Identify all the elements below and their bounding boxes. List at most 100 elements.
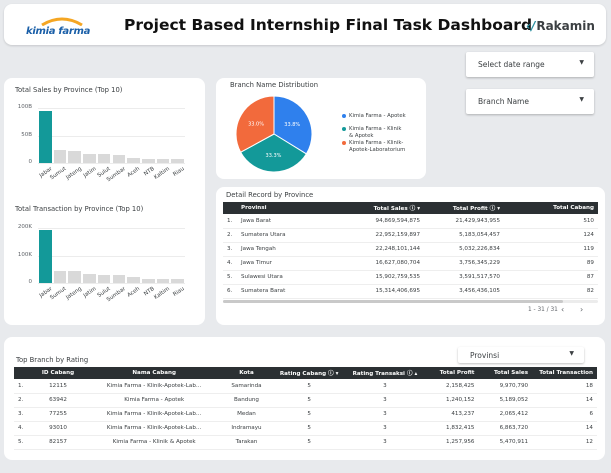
- row-number-header: [14, 367, 28, 379]
- x-tick-label: Jatim: [82, 166, 98, 179]
- bar-jateng[interactable]: [68, 150, 82, 163]
- table-cell: 5: [273, 393, 346, 408]
- bar-kaltim[interactable]: [156, 158, 170, 163]
- table-cell: 77255: [27, 407, 89, 422]
- bar-sumut[interactable]: [53, 150, 67, 163]
- table-cell: 1,257,956: [424, 435, 479, 450]
- table-cell: Kimia Farma - Apotek: [88, 393, 220, 408]
- table-cell: 3.: [223, 242, 237, 257]
- col-id-cabang[interactable]: ID Cabang: [27, 367, 89, 379]
- table-cell: 2.: [223, 228, 237, 243]
- x-tick-label: Kaltim: [153, 166, 171, 181]
- bar-sulut[interactable]: [97, 274, 111, 283]
- table-cell: Kimia Farma - Klinik & Apotek: [88, 435, 220, 450]
- detail-record-card: Detail Record by Province Provinsi Total…: [216, 187, 605, 325]
- col-total-cabang[interactable]: Total Cabang: [504, 202, 598, 214]
- table-cell: Sulawesi Utara: [237, 270, 342, 285]
- col-total-profit[interactable]: Total Profit ⓘ ▾: [424, 202, 504, 214]
- table-cell: 5,470,911: [478, 435, 533, 450]
- detail-table: Provinsi Total Sales ⓘ ▾ Total Profit ⓘ …: [223, 202, 598, 299]
- table-cell: Kimia Farma - Klinik-Apotek-Lab…: [88, 421, 220, 436]
- table-cell: Kimia Farma - Klinik-Apotek-Lab…: [88, 407, 220, 422]
- col-total-transaction[interactable]: Total Transaction: [532, 367, 597, 379]
- sort-icon: ▾: [497, 206, 500, 212]
- bar-riau[interactable]: [171, 278, 184, 283]
- col-total-profit[interactable]: Total Profit: [424, 367, 479, 379]
- table-cell: 16,627,080,704: [342, 256, 424, 271]
- provinsi-dropdown[interactable]: Provinsi ▼: [458, 347, 584, 363]
- bar-kaltim[interactable]: [156, 278, 170, 283]
- info-icon: ⓘ: [489, 206, 496, 212]
- x-tick-label: Jateng: [64, 286, 83, 301]
- y-tick-label: 50B: [21, 131, 32, 138]
- table-cell: Jawa Barat: [237, 214, 342, 229]
- table-row[interactable]: 4. 93010 Kimia Farma - Klinik-Apotek-Lab… I…: [14, 421, 597, 436]
- gridline: [38, 283, 185, 284]
- table-cell: 5.: [14, 435, 28, 450]
- bar-aceh[interactable]: [127, 157, 140, 163]
- table-cell: 5,183,054,457: [424, 228, 504, 243]
- bar-riau[interactable]: [171, 159, 184, 163]
- table-row[interactable]: 3. Jawa Tengah 22,248,101,144 5,032,226,834…: [223, 242, 598, 257]
- legend-dot-icon: [342, 127, 346, 131]
- table-cell: 3,591,517,570: [424, 270, 504, 285]
- bar-jateng[interactable]: [68, 270, 82, 283]
- col-total-sales[interactable]: Total Sales: [478, 367, 533, 379]
- table-cell: 1.: [14, 379, 28, 394]
- y-tick-label: 100K: [17, 251, 32, 258]
- table-cell: 2.: [14, 393, 28, 408]
- table-row[interactable]: 3. 77255 Kimia Farma - Klinik-Apotek-Lab… M…: [14, 407, 597, 422]
- legend-item[interactable]: Kimia Farma - Apotek: [342, 113, 407, 120]
- legend-dot-icon: [342, 141, 346, 145]
- col-provinsi[interactable]: Provinsi: [237, 202, 342, 214]
- table-row[interactable]: 1. 12115 Kimia Farma - Klinik-Apotek-Lab… S…: [14, 379, 597, 394]
- previous-page-icon[interactable]: ‹: [561, 305, 564, 314]
- pie-slice-label: 33.3%: [266, 153, 282, 159]
- branch-name-dropdown[interactable]: Branch Name ▼: [466, 89, 594, 114]
- sun-swoosh-icon: [41, 17, 83, 26]
- bar-jabar[interactable]: [39, 110, 52, 163]
- bar-ntb[interactable]: [141, 278, 155, 283]
- col-total-sales[interactable]: Total Sales ⓘ ▾: [342, 202, 424, 214]
- bar-sumut[interactable]: [53, 270, 67, 283]
- table-row[interactable]: 5. 82157 Kimia Farma - Klinik & Apotek Tara…: [14, 435, 597, 450]
- table-row[interactable]: 2. 63942 Kimia Farma - Apotek Bandung 5 3 1,24…: [14, 393, 597, 408]
- table-row[interactable]: 1. Jawa Barat 94,869,594,875 21,429,943,955…: [223, 214, 598, 229]
- table-cell: 413,237: [424, 407, 479, 422]
- bar-sumbar[interactable]: [112, 154, 126, 163]
- table-row[interactable]: 6. Sumatera Barat 15,314,406,695 3,456,436,…: [223, 284, 598, 299]
- table-cell: 3,756,345,229: [424, 256, 504, 271]
- legend-item[interactable]: Kimia Farma - Klinik & Apotek: [342, 126, 407, 139]
- x-tick-label: Kaltim: [153, 286, 171, 301]
- bar-jabar[interactable]: [39, 230, 52, 283]
- col-kota[interactable]: Kota: [219, 367, 274, 379]
- next-page-icon[interactable]: ›: [580, 305, 583, 314]
- table-cell: 94,869,594,875: [342, 214, 424, 229]
- table-cell: 5,032,226,834: [424, 242, 504, 257]
- table-cell: 5: [273, 379, 346, 394]
- col-nama-cabang[interactable]: Nama Cabang: [88, 367, 220, 379]
- horizontal-scrollbar-thumb[interactable]: [223, 300, 563, 303]
- table-cell: Samarinda: [219, 379, 274, 394]
- table-row[interactable]: 2. Sumatera Utara 22,952,159,897 5,183,054,…: [223, 228, 598, 243]
- table-row[interactable]: 4. Jawa Timur 16,627,080,704 3,756,345,229 8…: [223, 256, 598, 271]
- table-cell: 510: [504, 214, 598, 229]
- pie-chart-title: Branch Name Distribution: [230, 81, 319, 89]
- bar-aceh[interactable]: [127, 277, 140, 283]
- bar-jatim[interactable]: [83, 153, 96, 163]
- gridline: [38, 135, 185, 137]
- table-cell: 1,240,152: [424, 393, 479, 408]
- bar-sumbar[interactable]: [112, 274, 126, 283]
- x-tick-label: Sumut: [49, 286, 68, 302]
- table-cell: 3: [345, 407, 425, 422]
- legend-item[interactable]: Kimia Farma - Klinik-Apotek-Laboratorium: [342, 140, 407, 153]
- bar-jatim[interactable]: [83, 273, 96, 283]
- table-cell: 2,158,425: [424, 379, 479, 394]
- col-total-profit-label: Total Profit: [452, 206, 488, 212]
- bar-ntb[interactable]: [141, 158, 155, 163]
- date-range-dropdown[interactable]: Select date range ▼: [466, 52, 594, 77]
- bar-sulut[interactable]: [97, 154, 111, 163]
- col-rating-transaksi[interactable]: Rating Transaksi ⓘ ▴: [345, 367, 425, 379]
- col-rating-cabang[interactable]: Rating Cabang ⓘ ▾: [273, 367, 346, 379]
- table-row[interactable]: 5. Sulawesi Utara 15,902,759,535 3,591,517,…: [223, 270, 598, 285]
